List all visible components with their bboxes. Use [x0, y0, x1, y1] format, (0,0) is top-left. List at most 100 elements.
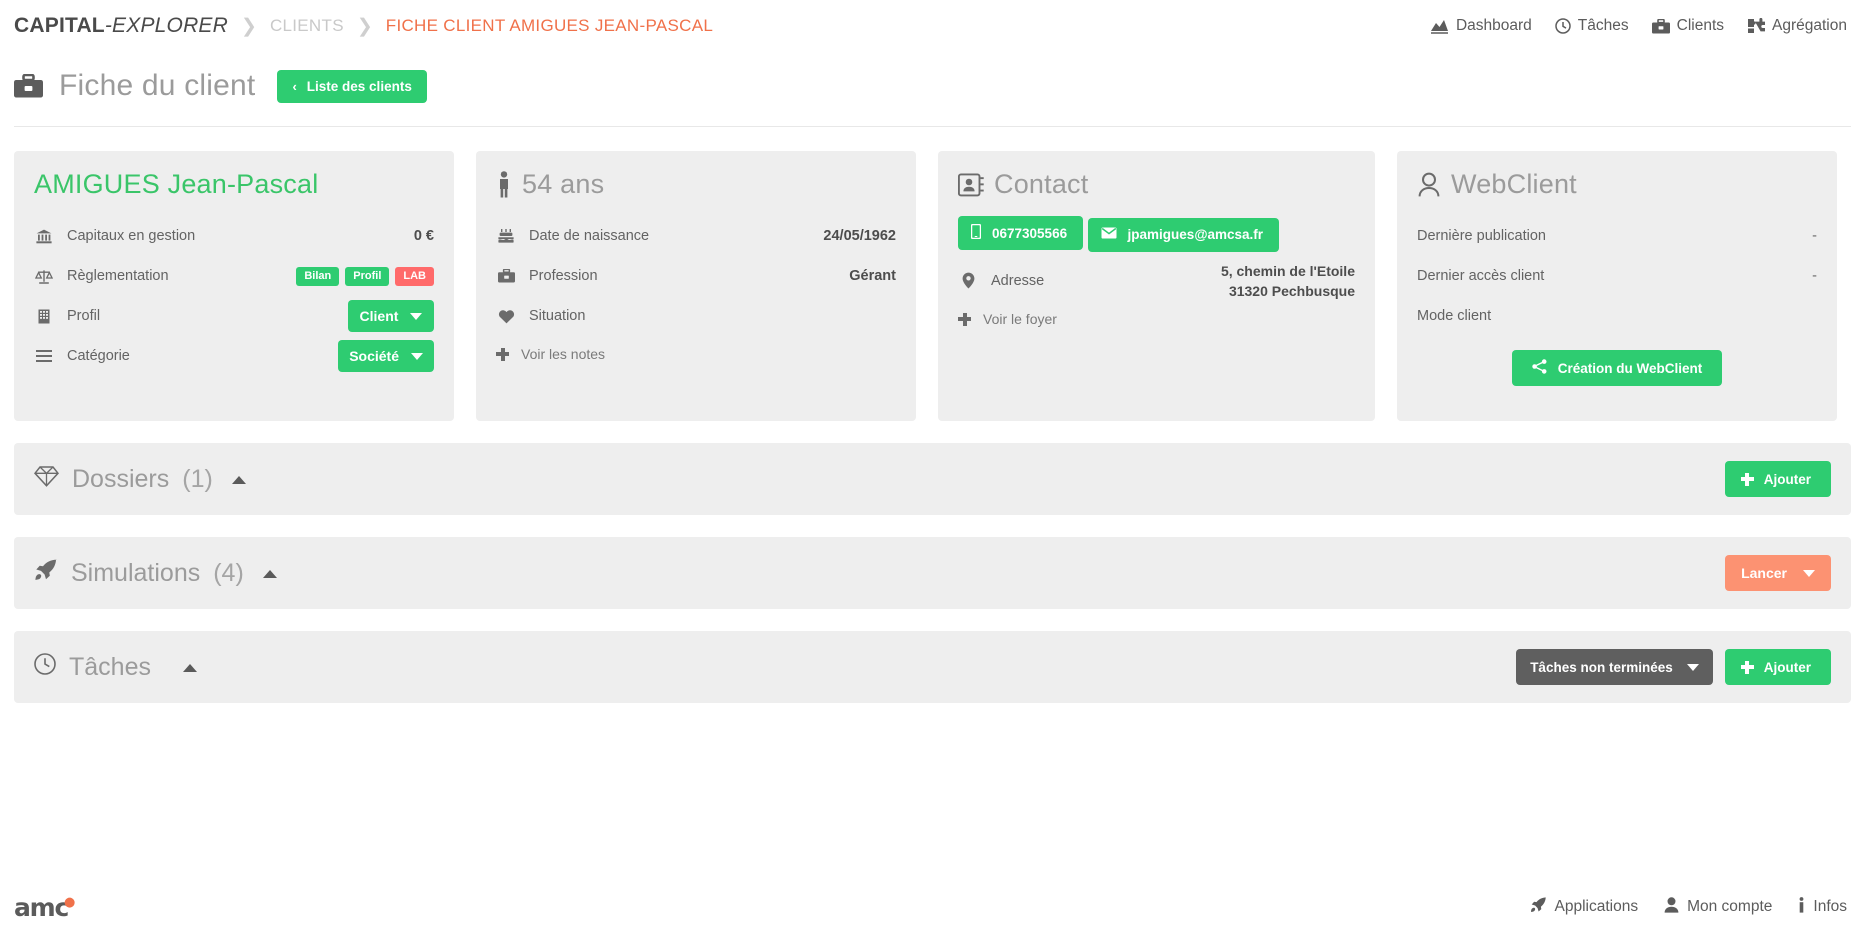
taches-ajouter-button[interactable]: Ajouter [1725, 649, 1831, 685]
address-line1: 5, chemin de l'Etoile [1221, 263, 1355, 279]
section-dossiers-actions: Ajouter [1725, 461, 1831, 497]
section-simulations-header[interactable]: Simulations (4) [34, 559, 277, 588]
email-button[interactable]: jpamigues@amcsa.fr [1088, 218, 1279, 252]
breadcrumb-item-clients[interactable]: CLIENTS [270, 16, 344, 36]
section-dossiers-header[interactable]: Dossiers (1) [34, 465, 246, 494]
card-contact-title-wrap: Contact [958, 169, 1355, 200]
row-date-naissance-label: Date de naissance [529, 228, 649, 244]
row-situation-label: Situation [529, 308, 585, 324]
creation-webclient-label: Création du WebClient [1558, 361, 1703, 376]
row-situation: Situation [496, 296, 896, 336]
page-footer: amc● Applications Mon compte Infos [0, 879, 1865, 935]
badge-lab[interactable]: LAB [395, 267, 434, 286]
card-webclient-title-wrap: WebClient [1417, 169, 1817, 200]
row-reglementation-label: Règlementation [67, 268, 169, 284]
rocket-icon [34, 559, 58, 588]
briefcase-icon [496, 269, 516, 283]
phone-button[interactable]: 0677305566 [958, 216, 1083, 250]
voir-le-foyer-label: Voir le foyer [983, 311, 1057, 327]
section-taches-header[interactable]: Tâches [34, 653, 197, 682]
row-mode-client: Mode client [1417, 296, 1817, 336]
liste-des-clients-button[interactable]: ‹ Liste des clients [277, 70, 426, 103]
accordion-sections: Dossiers (1) Ajouter Simulations (4) Lan… [0, 443, 1865, 703]
page-header: Fiche du client ‹ Liste des clients [0, 52, 1865, 120]
envelope-icon [1101, 227, 1117, 242]
profil-dropdown[interactable]: Client [348, 300, 434, 332]
card-identity: AMIGUES Jean-Pascal Capitaux en gestion … [14, 151, 454, 421]
voir-le-foyer-link[interactable]: Voir le foyer [958, 311, 1355, 327]
mobile-icon [971, 224, 981, 242]
row-capitaux-value: 0 € [414, 228, 434, 244]
top-navigation: Dashboard Tâches Clients Agrégation [1430, 17, 1847, 35]
voir-les-notes-link[interactable]: Voir les notes [496, 346, 896, 362]
section-simulations-actions: Lancer [1725, 555, 1831, 591]
section-dossiers-count: (1) [182, 465, 213, 494]
share-icon [1532, 359, 1547, 377]
row-profil: Profil Client [34, 296, 434, 336]
breadcrumb-item-current: FICHE CLIENT AMIGUES JEAN-PASCAL [386, 16, 713, 36]
row-capitaux-label: Capitaux en gestion [67, 228, 195, 244]
footer-applications-label: Applications [1555, 898, 1639, 916]
taches-ajouter-label: Ajouter [1764, 660, 1811, 675]
amc-logo: amc● [14, 893, 68, 922]
row-profession: Profession Gérant [496, 256, 896, 296]
plus-icon [1741, 661, 1754, 674]
nav-dashboard[interactable]: Dashboard [1430, 17, 1532, 35]
chevron-down-icon [1803, 570, 1815, 577]
card-age-title-wrap: 54 ans [496, 169, 896, 200]
map-marker-icon [958, 272, 978, 289]
row-date-naissance-value: 24/05/1962 [823, 228, 896, 244]
birthday-cake-icon [496, 229, 516, 243]
nav-dashboard-label: Dashboard [1456, 17, 1532, 35]
row-profil-label: Profil [67, 308, 100, 324]
nav-clients[interactable]: Clients [1652, 17, 1724, 35]
brand-italic: -EXPLORER [105, 14, 228, 37]
balance-icon [34, 269, 54, 284]
info-icon [1798, 897, 1805, 918]
registered-mark-icon: ● [64, 895, 74, 910]
address-value: 5, chemin de l'Etoile 31320 Pechbusque [1221, 261, 1355, 302]
reglementation-badges: Bilan Profil LAB [296, 267, 434, 286]
categorie-dropdown[interactable]: Société [338, 340, 434, 372]
briefcase-icon [14, 74, 43, 98]
brand-logo[interactable]: CAPITAL-EXPLORER [14, 14, 228, 38]
person-icon [496, 171, 512, 198]
row-derniere-publication-value: - [1812, 228, 1817, 244]
dossiers-ajouter-button[interactable]: Ajouter [1725, 461, 1831, 497]
chevron-up-icon[interactable] [232, 476, 246, 484]
row-profession-label: Profession [529, 268, 598, 284]
breadcrumb-separator-icon: ❯ [357, 17, 373, 36]
simulations-lancer-button[interactable]: Lancer [1725, 555, 1831, 591]
chevron-down-icon [410, 313, 422, 320]
footer-infos[interactable]: Infos [1798, 897, 1847, 918]
liste-des-clients-label: Liste des clients [307, 79, 412, 94]
row-reglementation: Règlementation Bilan Profil LAB [34, 256, 434, 296]
footer-applications[interactable]: Applications [1530, 897, 1639, 918]
profil-dropdown-value: Client [360, 308, 399, 324]
footer-mon-compte[interactable]: Mon compte [1664, 897, 1772, 918]
badge-bilan[interactable]: Bilan [296, 267, 339, 286]
chevron-up-icon[interactable] [263, 570, 277, 578]
row-categorie: Catégorie Société [34, 336, 434, 376]
row-dernier-acces: Dernier accès client - [1417, 256, 1817, 296]
nav-agregation[interactable]: Agrégation [1747, 17, 1847, 35]
nav-taches[interactable]: Tâches [1555, 17, 1629, 35]
user-icon [1417, 172, 1441, 198]
amc-logo-text: amc [14, 893, 68, 922]
section-simulations: Simulations (4) Lancer [14, 537, 1851, 609]
creation-webclient-button[interactable]: Création du WebClient [1512, 350, 1723, 386]
voir-les-notes-label: Voir les notes [521, 346, 605, 362]
taches-filter-dropdown[interactable]: Tâches non terminées [1516, 649, 1713, 685]
badge-profil[interactable]: Profil [345, 267, 389, 286]
address-card-icon [958, 172, 984, 198]
row-profession-value: Gérant [849, 268, 896, 284]
card-webclient: WebClient Dernière publication - Dernier… [1397, 151, 1837, 421]
row-derniere-publication: Dernière publication - [1417, 216, 1817, 256]
phone-number: 0677305566 [992, 226, 1067, 241]
brand-bold: CAPITAL [14, 14, 105, 37]
chevron-up-icon[interactable] [183, 664, 197, 672]
clock-icon [34, 653, 56, 682]
row-derniere-publication-label: Dernière publication [1417, 228, 1546, 244]
categorie-dropdown-value: Société [349, 348, 399, 364]
clock-icon [1555, 18, 1571, 34]
